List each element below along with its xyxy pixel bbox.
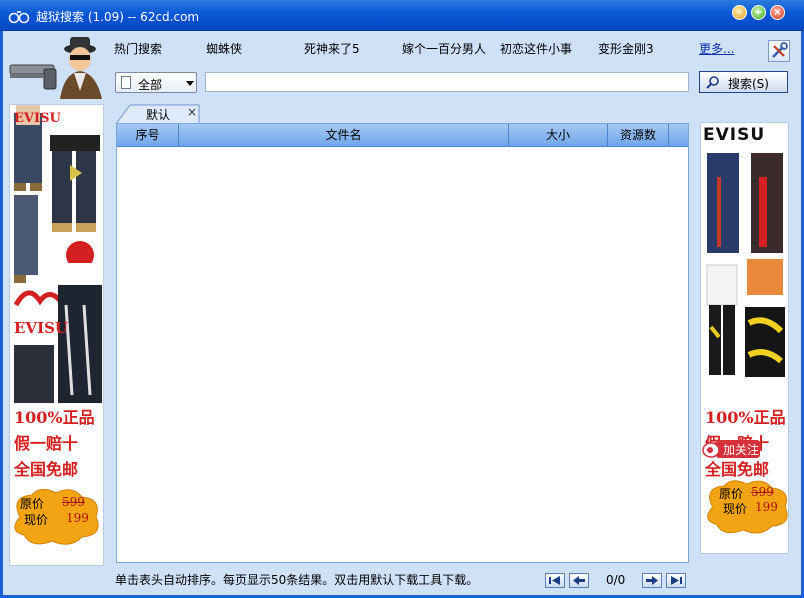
close-icon: × [773, 7, 782, 18]
ad-brand-text: EVISU [14, 111, 61, 126]
column-header-size[interactable]: 大小 [509, 124, 608, 147]
ad-brand-text: EVISU [703, 125, 766, 145]
tools-icon [772, 42, 788, 58]
minimize-icon: – [737, 7, 742, 18]
hot-search-item[interactable]: 蜘蛛侠 [206, 40, 242, 57]
search-button[interactable]: 搜索(S) [699, 71, 788, 93]
first-page-icon [549, 576, 560, 585]
column-header-sources[interactable]: 资源数 [608, 124, 669, 147]
spy-logo-icon [9, 37, 102, 99]
hot-search-label: 热门搜索 [114, 42, 163, 56]
jeans-ad-image [706, 153, 785, 377]
minimize-button[interactable]: – [732, 5, 747, 20]
last-page-button[interactable] [666, 573, 686, 588]
new-price-value: 199 [66, 511, 89, 525]
tab-close-icon[interactable]: × [187, 105, 197, 119]
more-link[interactable]: 更多... [699, 40, 734, 57]
window-title: 越狱搜索 (1.09) -- 62cd.com [36, 10, 200, 24]
search-button-label: 搜索(S) [728, 77, 769, 91]
first-page-button[interactable] [545, 573, 565, 588]
ad-promo-line: 100%正品 [705, 408, 786, 427]
results-table[interactable]: 序号 文件名 大小 资源数 [116, 123, 689, 563]
search-icon [706, 76, 719, 89]
hot-search-item[interactable]: 变形金刚3 [598, 40, 654, 57]
ad-promo-line: 假一赔十 [14, 434, 79, 453]
left-advertisement[interactable]: EVISU EVISU 100%正品 假一赔十 全国免邮 原价 599 现价 1… [9, 104, 104, 566]
right-advertisement[interactable]: EVISU 100%正品 假一赔十 全国免邮 原价 599 现价 199 [700, 122, 789, 554]
title-bar: 越狱搜索 (1.09) -- 62cd.com – + × [0, 0, 804, 31]
chevron-down-icon [186, 81, 194, 86]
follow-label: 加关注 [723, 443, 760, 457]
document-icon [121, 76, 131, 89]
column-header-filename[interactable]: 文件名 [179, 124, 509, 147]
maximize-button[interactable]: + [751, 5, 766, 20]
settings-button[interactable] [768, 40, 790, 62]
old-price-value: 599 [62, 495, 85, 509]
hot-search-item[interactable]: 死神来了5 [304, 40, 360, 57]
arrow-right-icon [646, 576, 658, 585]
jeans-ad-image [10, 105, 103, 405]
ad-promo-line: 全国免邮 [14, 460, 79, 479]
status-hint: 单击表头自动排序。每页显示50条结果。双击用默认下载工具下载。 [115, 573, 479, 587]
search-input[interactable] [205, 72, 689, 92]
old-price-value: 599 [751, 485, 774, 499]
results-table-header: 序号 文件名 大小 资源数 [117, 124, 688, 147]
ad-promo-text: 100%正品 假一赔十 全国免邮 [14, 405, 95, 483]
new-price-label: 现价 [723, 502, 748, 516]
hot-search-item[interactable]: 嫁个一百分男人 [402, 40, 486, 57]
new-price-label: 现价 [24, 513, 49, 527]
maximize-icon: + [754, 7, 763, 18]
tab-default-label: 默认 [146, 108, 171, 122]
hot-search-item[interactable]: 初恋这件小事 [500, 40, 572, 57]
ad-promo-line: 100%正品 [14, 408, 95, 427]
app-logo-icon [8, 11, 30, 24]
close-button[interactable]: × [770, 5, 785, 20]
next-page-button[interactable] [642, 573, 662, 588]
arrow-left-icon [573, 576, 585, 585]
new-price-value: 199 [755, 500, 778, 514]
old-price-label: 原价 [20, 497, 45, 511]
search-type-select[interactable]: 全部 [115, 72, 197, 93]
column-header-index[interactable]: 序号 [117, 124, 179, 147]
prev-page-button[interactable] [569, 573, 589, 588]
page-status: 0/0 [606, 573, 626, 587]
search-type-value: 全部 [138, 78, 163, 92]
ad-brand-text: EVISU [14, 319, 69, 337]
last-page-icon [671, 576, 682, 585]
